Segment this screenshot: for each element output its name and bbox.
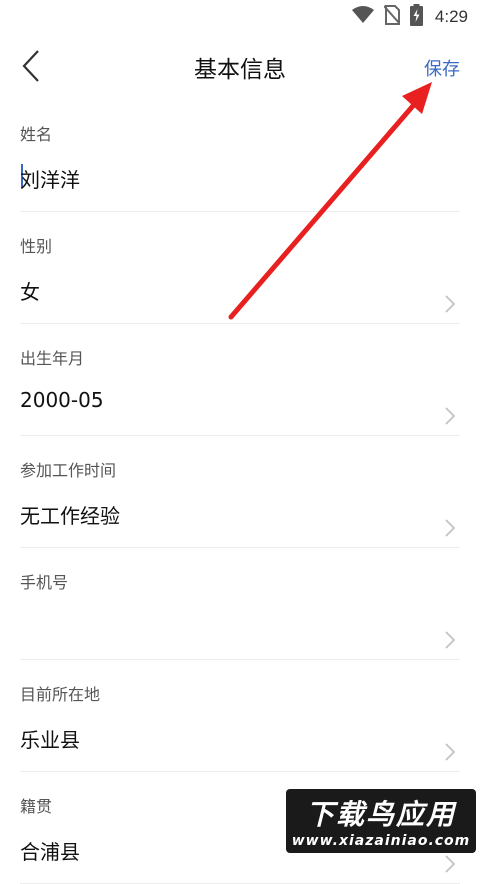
profile-form: 姓名 刘洋洋 性别 女 出生年月 2000-05 参加工作时间 无工作经验 手机… [0,100,480,884]
watermark-title: 下载鸟应用 [305,798,456,831]
status-bar: 4:29 [0,0,480,34]
field-label: 目前所在地 [20,685,101,704]
chevron-right-icon [445,855,456,873]
field-value: 无工作经验 [20,504,120,528]
chevron-right-icon [445,743,456,761]
wifi-icon [351,6,374,28]
field-label: 姓名 [20,125,53,144]
field-birth-month[interactable]: 出生年月 2000-05 [20,324,460,436]
field-value: 女 [20,280,40,304]
save-button[interactable]: 保存 [424,55,460,81]
battery-charging-icon [409,4,423,30]
chevron-right-icon [445,407,456,425]
field-gender[interactable]: 性别 女 [20,212,460,324]
watermark-logo: 下载鸟应用 www.xiazainiao.com [286,789,476,853]
field-label: 性别 [20,237,53,256]
page-title: 基本信息 [194,57,286,83]
field-phone[interactable]: 手机号 [20,548,460,660]
field-work-start[interactable]: 参加工作时间 无工作经验 [20,436,460,548]
nav-bar: 基本信息 保存 [0,34,480,100]
chevron-right-icon [445,519,456,537]
watermark-url: www.xiazainiao.com [291,833,471,849]
status-time: 4:29 [434,7,468,26]
no-sim-icon [383,5,401,29]
field-location[interactable]: 目前所在地 乐业县 [20,660,460,772]
field-value: 乐业县 [20,728,80,752]
field-label: 参加工作时间 [20,461,117,480]
name-input[interactable]: 刘洋洋 [20,164,80,193]
field-value: 2000-05 [20,388,104,412]
chevron-right-icon [445,631,456,649]
field-label: 籍贯 [20,797,53,816]
field-label: 出生年月 [20,349,85,368]
chevron-right-icon [445,295,456,313]
field-name[interactable]: 姓名 刘洋洋 [20,100,460,212]
field-label: 手机号 [20,573,69,592]
field-value: 合浦县 [20,840,80,864]
